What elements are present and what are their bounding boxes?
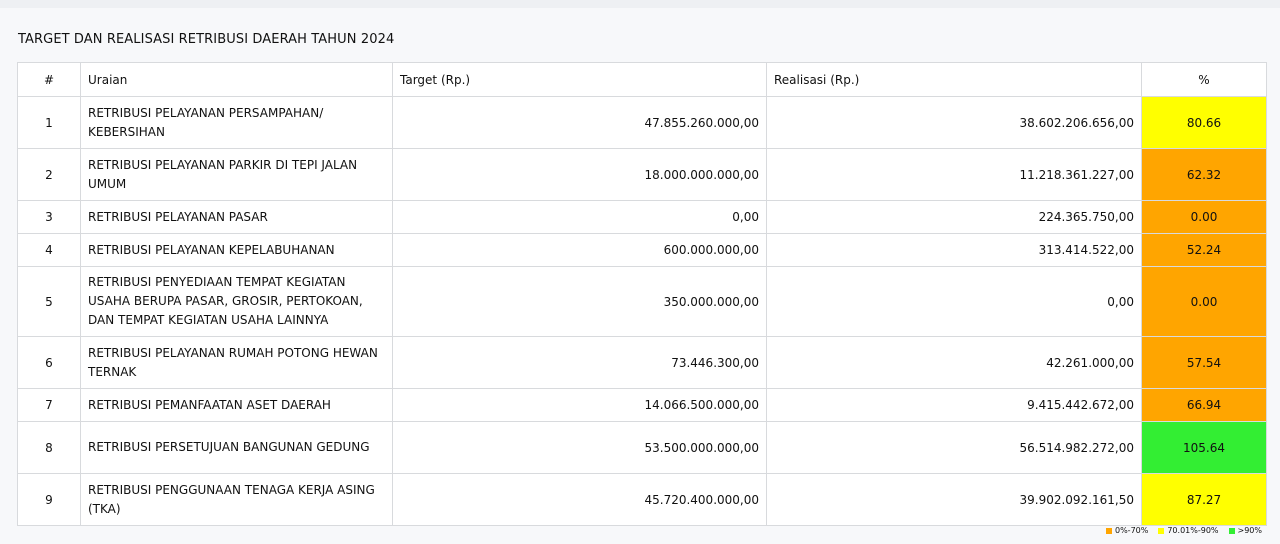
row-uraian: RETRIBUSI PELAYANAN RUMAH POTONG HEWAN T… [80,336,393,389]
legend-label: 70.01%-90% [1167,526,1219,535]
table-row: 2 RETRIBUSI PELAYANAN PARKIR DI TEPI JALA… [17,148,1267,201]
row-percent: 87.27 [1141,473,1267,526]
row-uraian: RETRIBUSI PELAYANAN PARKIR DI TEPI JALAN… [80,148,393,201]
table-header-row: # Uraian Target (Rp.) Realisasi (Rp.) % [17,62,1267,97]
column-header-no: # [17,62,81,97]
row-percent: 105.64 [1141,421,1267,474]
table-row: 9 RETRIBUSI PENGGUNAAN TENAGA KERJA ASING… [17,473,1267,526]
content-panel: TARGET DAN REALISASI RETRIBUSI DAERAH TA… [0,8,1280,544]
row-percent: 66.94 [1141,388,1267,422]
legend-swatch [1105,527,1112,534]
table-row: 7 RETRIBUSI PEMANFAATAN ASET DAERAH 14.066… [17,388,1267,422]
legend-label: >90% [1237,526,1262,535]
legend-label: 0%-70% [1114,526,1149,535]
row-realisasi: 56.514.982.272,00 [766,421,1142,474]
row-percent: 52.24 [1141,233,1267,267]
row-realisasi: 42.261.000,00 [766,336,1142,389]
table-body: 1 RETRIBUSI PELAYANAN PERSAMPAHAN/ KEBERS… [17,96,1267,526]
row-target: 45.720.400.000,00 [392,473,767,526]
row-realisasi: 38.602.206.656,00 [766,96,1142,149]
retribusi-table: # Uraian Target (Rp.) Realisasi (Rp.) % … [17,62,1267,526]
column-header-realisasi: Realisasi (Rp.) [766,62,1142,97]
table-row: 3 RETRIBUSI PELAYANAN PASAR 0,00 224.365.75… [17,200,1267,234]
row-uraian: RETRIBUSI PEMANFAATAN ASET DAERAH [80,388,393,422]
table-row: 5 RETRIBUSI PENYEDIAAN TEMPAT KEGIATAN US… [17,266,1267,337]
table-row: 4 RETRIBUSI PELAYANAN KEPELABUHANAN 600.00… [17,233,1267,267]
row-target: 18.000.000.000,00 [392,148,767,201]
row-uraian: RETRIBUSI PENGGUNAAN TENAGA KERJA ASING … [80,473,393,526]
row-realisasi: 0,00 [766,266,1142,337]
row-number: 8 [17,421,81,474]
row-target: 350.000.000,00 [392,266,767,337]
row-number: 7 [17,388,81,422]
row-percent: 57.54 [1141,336,1267,389]
row-realisasi: 9.415.442.672,00 [766,388,1142,422]
legend-swatch [1158,527,1165,534]
row-number: 5 [17,266,81,337]
row-uraian: RETRIBUSI PELAYANAN PERSAMPAHAN/ KEBERSI… [80,96,393,149]
row-uraian: RETRIBUSI PERSETUJUAN BANGUNAN GEDUNG [80,421,393,474]
row-realisasi: 39.902.092.161,50 [766,473,1142,526]
row-target: 14.066.500.000,00 [392,388,767,422]
legend: 0%-70% 70.01%-90% >90% [1105,526,1262,535]
legend-swatch [1228,527,1235,534]
column-header-target: Target (Rp.) [392,62,767,97]
page-title: TARGET DAN REALISASI RETRIBUSI DAERAH TA… [18,32,395,47]
row-target: 53.500.000.000,00 [392,421,767,474]
column-header-percent: % [1141,62,1267,97]
row-target: 600.000.000,00 [392,233,767,267]
row-uraian: RETRIBUSI PENYEDIAAN TEMPAT KEGIATAN USA… [80,266,393,337]
legend-item: 0%-70% [1105,526,1149,535]
row-number: 2 [17,148,81,201]
row-percent: 0.00 [1141,200,1267,234]
row-percent: 62.32 [1141,148,1267,201]
legend-item: 70.01%-90% [1158,526,1219,535]
row-realisasi: 11.218.361.227,00 [766,148,1142,201]
row-realisasi: 313.414.522,00 [766,233,1142,267]
row-number: 9 [17,473,81,526]
table-row: 6 RETRIBUSI PELAYANAN RUMAH POTONG HEWAN … [17,336,1267,389]
row-uraian: RETRIBUSI PELAYANAN KEPELABUHANAN [80,233,393,267]
row-number: 3 [17,200,81,234]
row-target: 47.855.260.000,00 [392,96,767,149]
column-header-uraian: Uraian [80,62,393,97]
row-number: 4 [17,233,81,267]
row-number: 6 [17,336,81,389]
table-row: 8 RETRIBUSI PERSETUJUAN BANGUNAN GEDUNG 53… [17,421,1267,474]
row-target: 0,00 [392,200,767,234]
table-row: 1 RETRIBUSI PELAYANAN PERSAMPAHAN/ KEBERS… [17,96,1267,149]
row-uraian: RETRIBUSI PELAYANAN PASAR [80,200,393,234]
row-percent: 80.66 [1141,96,1267,149]
legend-item: >90% [1228,526,1262,535]
row-percent: 0.00 [1141,266,1267,337]
row-number: 1 [17,96,81,149]
row-realisasi: 224.365.750,00 [766,200,1142,234]
row-target: 73.446.300,00 [392,336,767,389]
